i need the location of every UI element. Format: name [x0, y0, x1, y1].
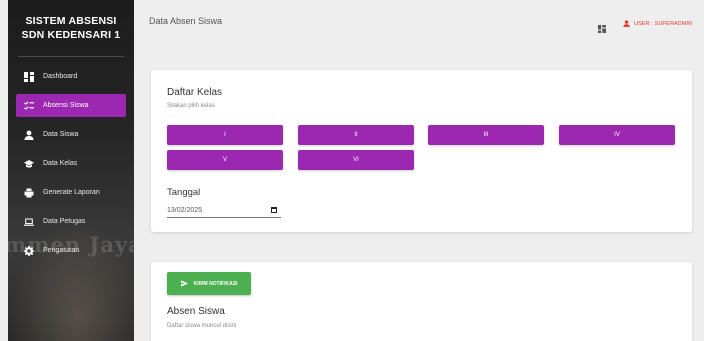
sidebar-item-pengaturan[interactable]: Pengaturan [16, 239, 126, 262]
sidebar-item-dashboard[interactable]: Dashboard [16, 65, 126, 88]
sidebar-item-label: Data Kelas [43, 160, 78, 167]
sidebar-item-generate-laporan[interactable]: Generate Laporan [16, 181, 126, 204]
date-label: Tanggal [167, 187, 201, 198]
absen-card: KIRIM NOTIFIKASI Absen Siswa Daftar sisw… [151, 262, 692, 341]
sidebar-menu: Dashboard Absensi Siswa Data Siswa Data … [8, 65, 134, 262]
print-icon [24, 188, 34, 198]
sidebar-item-label: Pengaturan [43, 247, 80, 254]
user-menu[interactable]: USER : SUPERADMIN [623, 20, 692, 27]
top-navbar: Data Absen Siswa USER : SUPERADMIN [140, 0, 704, 40]
sidebar-item-label: Dashboard [43, 73, 78, 80]
user-icon [623, 20, 630, 27]
sidebar-item-label: Absensi Siswa [43, 102, 89, 109]
sidebar-item-label: Data Petugas [43, 218, 86, 225]
checklist-icon [24, 100, 34, 111]
class-button-2[interactable]: II [298, 125, 414, 145]
brand-line-2: SDN KEDENSARI 1 [21, 29, 121, 41]
class-button-1[interactable]: I [167, 125, 283, 145]
kelas-card-subtitle: Silakan pilih kelas [167, 103, 215, 109]
absen-card-subtitle: Daftar siswa muncul disini [167, 323, 237, 329]
send-icon [180, 280, 188, 287]
date-input[interactable] [167, 204, 267, 217]
class-button-6[interactable]: VI [298, 150, 414, 170]
gear-icon [24, 245, 34, 256]
school-icon [24, 159, 34, 169]
kelas-card-title: Daftar Kelas [167, 87, 223, 98]
sidebar-item-data-siswa[interactable]: Data Siswa [16, 123, 126, 146]
class-button-4[interactable]: IV [559, 125, 675, 145]
dashboard-icon [24, 71, 34, 82]
calendar-icon[interactable] [271, 207, 277, 213]
date-field[interactable] [167, 204, 281, 218]
laptop-icon [24, 217, 34, 227]
kelas-card: Daftar Kelas Silakan pilih kelas I II II… [151, 70, 692, 232]
class-button-5[interactable]: V [167, 150, 283, 170]
sidebar-item-data-petugas[interactable]: Data Petugas [16, 210, 126, 233]
absen-card-title: Absen Siswa [167, 306, 225, 317]
brand: SISTEM ABSENSI SDN KEDENSARI 1 [18, 0, 124, 57]
sidebar-item-label: Data Siswa [43, 131, 79, 138]
brand-line-1: SISTEM ABSENSI [25, 15, 117, 27]
class-button-3[interactable]: III [428, 125, 544, 145]
page-title: Data Absen Siswa [149, 16, 223, 26]
send-notification-label: KIRIM NOTIFIKASI [193, 280, 238, 287]
sidebar-item-absensi-siswa[interactable]: Absensi Siswa [16, 94, 126, 117]
person-icon [24, 130, 34, 140]
sidebar-item-label: Generate Laporan [43, 189, 100, 196]
user-label: USER : SUPERADMIN [634, 20, 693, 27]
dashboard-grid-icon[interactable] [598, 20, 606, 33]
sidebar-item-data-kelas[interactable]: Data Kelas [16, 152, 126, 175]
send-notification-button[interactable]: KIRIM NOTIFIKASI [167, 272, 251, 295]
sidebar: SISTEM ABSENSI SDN KEDENSARI 1 mmen Jaya… [8, 0, 134, 341]
